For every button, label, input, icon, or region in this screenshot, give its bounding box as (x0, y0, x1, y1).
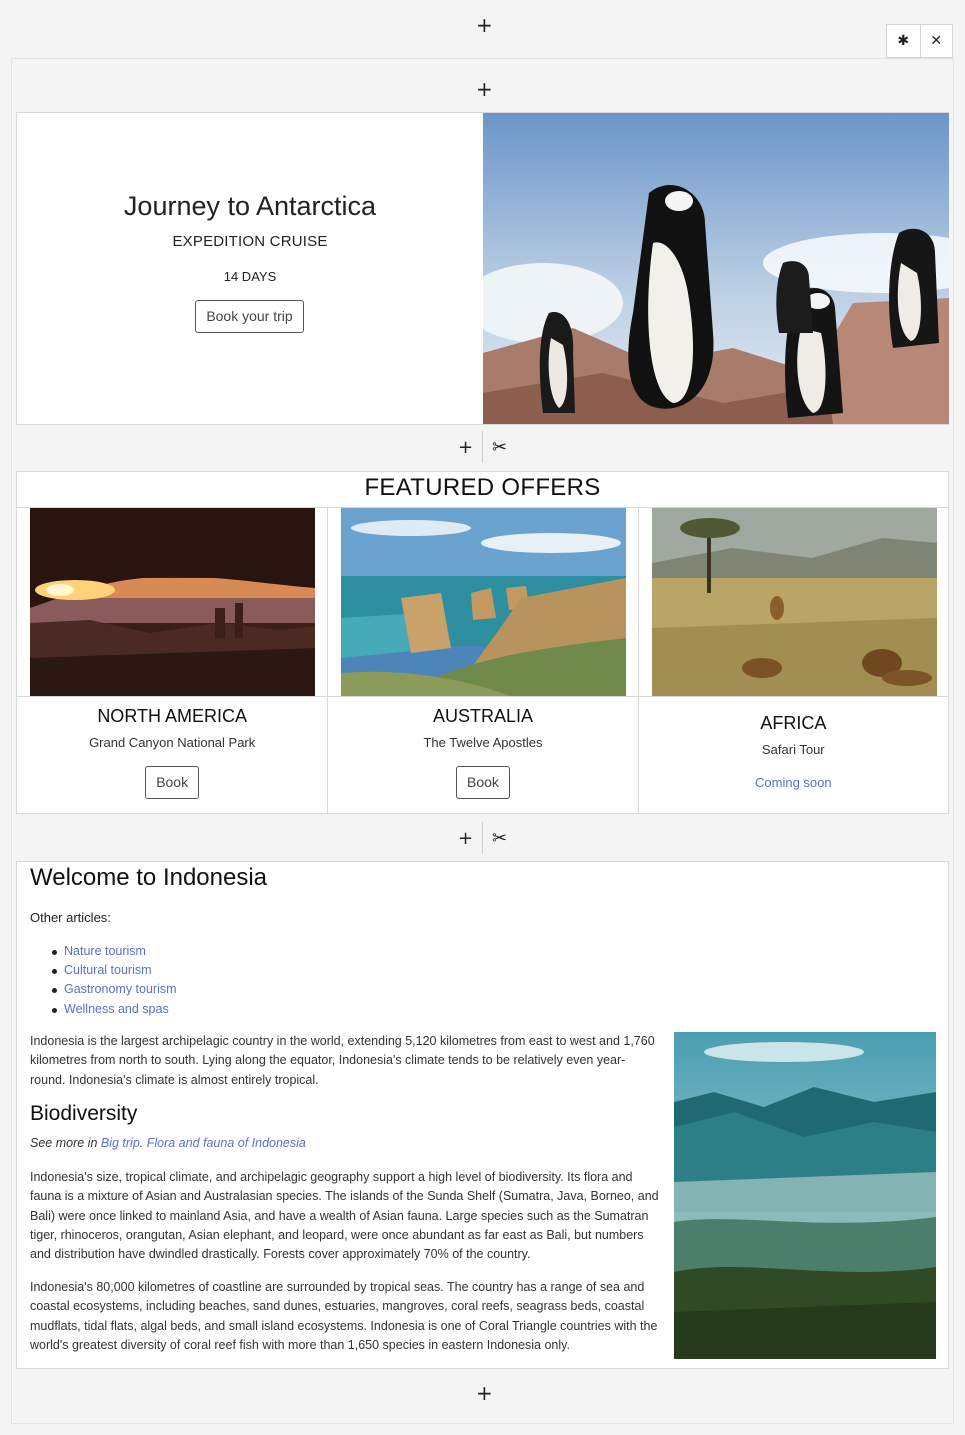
divider (638, 696, 948, 697)
indonesia-landscape-image (674, 1032, 936, 1359)
biodiversity-paragraph: Indonesia's size, tropical climate, and … (30, 1170, 659, 1262)
article-link[interactable]: Cultural tourism (64, 963, 152, 977)
article-link[interactable]: Nature tourism (64, 944, 146, 958)
add-block-top-icon[interactable]: + (476, 15, 493, 35)
coming-soon-link[interactable]: Coming soon (639, 775, 948, 790)
add-block-icon[interactable]: + (476, 79, 493, 99)
close-icon[interactable]: ✕ (919, 25, 953, 57)
divider (328, 696, 638, 697)
see-more-prefix: See more in (30, 1136, 101, 1150)
book-button[interactable]: Book (145, 766, 200, 799)
card-title: AUSTRALIA (432, 706, 533, 726)
offers-heading: FEATURED OFFERS (364, 474, 601, 501)
scissors-icon[interactable]: ✂ (483, 431, 516, 463)
hero-text-panel: Journey to Antarctica EXPEDITION CRUISE … (17, 113, 483, 424)
hero-block: Journey to Antarctica EXPEDITION CRUISE … (16, 112, 949, 425)
offer-card-australia: AUSTRALIA The Twelve Apostles Book (327, 508, 638, 813)
see-more: See more in Big trip. Flora and fauna of… (30, 1136, 306, 1150)
settings-icon[interactable]: ✱ (887, 25, 920, 57)
add-block-icon[interactable]: + (449, 431, 482, 463)
coastline-paragraph: Indonesia's 80,000 kilometres of coastli… (30, 1280, 658, 1352)
card-title: NORTH AMERICA (97, 706, 247, 726)
list-item: Nature tourism (52, 942, 177, 961)
card-title: AFRICA (760, 713, 827, 733)
article-links: Nature tourism Cultural tourism Gastrono… (52, 942, 177, 1019)
section-title: Biodiversity (30, 1102, 138, 1125)
hero-duration: 14 DAYS (223, 269, 277, 284)
hero-title: Journey to Antarctica (123, 191, 377, 221)
article-link[interactable]: Wellness and spas (64, 1002, 169, 1016)
divider (17, 696, 328, 697)
other-articles-label: Other articles: (30, 910, 111, 925)
twelve-apostles-image (341, 508, 627, 696)
hero-subtitle: EXPEDITION CRUISE (172, 233, 328, 250)
see-more-link[interactable]: Big trip. Flora and fauna of Indonesia (101, 1136, 306, 1150)
offer-card-north-america: NORTH AMERICA Grand Canyon National Park… (17, 508, 328, 813)
book-button[interactable]: Book (455, 766, 510, 799)
list-item: Gastronomy tourism (52, 980, 177, 999)
canyon-image (30, 508, 315, 696)
list-item: Wellness and spas (52, 1000, 177, 1019)
editor-toolbox: ✱ ✕ (886, 24, 953, 58)
add-block-icon[interactable]: + (449, 822, 482, 854)
intro-paragraph: Indonesia is the largest archipelagic co… (30, 1034, 655, 1087)
add-block-bottom-icon[interactable]: + (476, 1383, 493, 1403)
scissors-icon[interactable]: ✂ (483, 822, 516, 854)
block-controls: + ✂ (449, 822, 516, 854)
article-link[interactable]: Gastronomy tourism (64, 982, 177, 996)
offers-row: NORTH AMERICA Grand Canyon National Park… (17, 507, 948, 813)
book-trip-button[interactable]: Book your trip (195, 300, 304, 333)
featured-offers-block: FEATURED OFFERS NORTH AMERICA Grand Cany… (16, 471, 949, 814)
article-title: Welcome to Indonesia (30, 864, 268, 891)
block-controls: + ✂ (449, 431, 516, 463)
card-subtitle: Safari Tour (762, 742, 825, 757)
card-subtitle: The Twelve Apostles (423, 735, 543, 750)
lions-image (651, 508, 937, 696)
offer-card-africa: AFRICA Safari Tour Coming soon (637, 508, 948, 813)
list-item: Cultural tourism (52, 961, 177, 980)
card-subtitle: Grand Canyon National Park (89, 735, 256, 750)
article-block: Welcome to Indonesia Other articles: Nat… (16, 861, 949, 1369)
penguins-image (483, 113, 949, 424)
